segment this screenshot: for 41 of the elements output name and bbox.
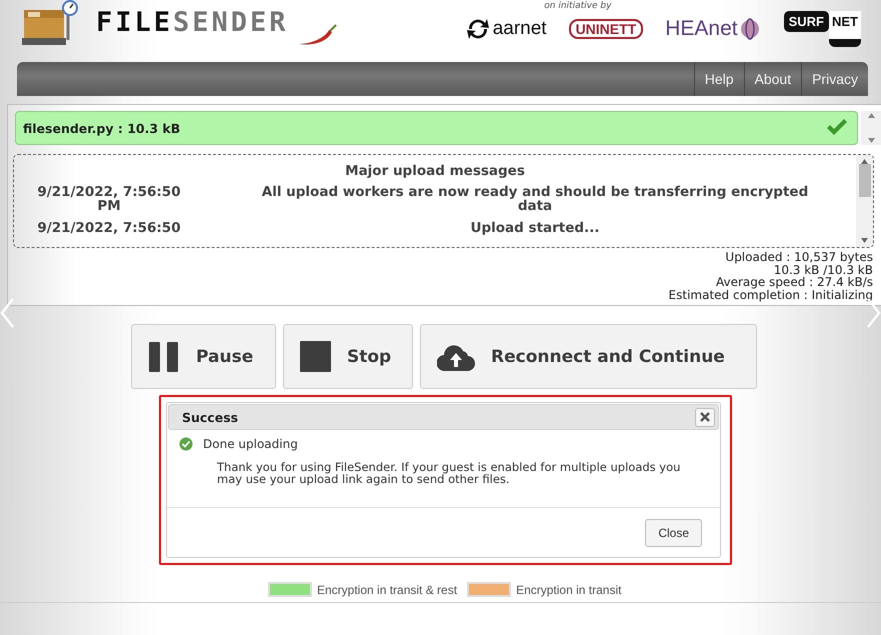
- legend-label: Encryption in transit & rest: [317, 582, 458, 596]
- pause-icon: [148, 340, 180, 372]
- dialog-message: Done uploading: [203, 437, 298, 451]
- message-text: All upload workers are now ready and should be transferring encrypted data: [260, 185, 810, 213]
- scroll-thumb[interactable]: [858, 164, 870, 197]
- success-check-icon: [179, 437, 193, 451]
- tagline: on initiative by: [544, 1, 612, 11]
- upload-stat: Uploaded : 10,537 bytes: [725, 251, 873, 264]
- file-name: filesender.py : 10.3 kB: [23, 120, 180, 136]
- upload-stat: Estimated completion : Initializing: [668, 288, 873, 301]
- scroll-down-icon[interactable]: [861, 238, 868, 243]
- action-button[interactable]: Reconnect and Continue: [420, 324, 757, 389]
- close-icon: [700, 412, 710, 422]
- partner-logo: SURF NET: [784, 11, 861, 47]
- scrollbar[interactable]: [856, 155, 873, 247]
- scrollbar[interactable]: [861, 111, 881, 145]
- logo-wordmark: FILE SENDER: [96, 7, 289, 38]
- nav-link[interactable]: Help: [694, 62, 744, 96]
- dialog-body-text: Thank you for using FileSender. If your guest is enabled for multiple uploads you may use your upload link again to send other files.: [217, 461, 682, 485]
- close-button[interactable]: [695, 408, 715, 426]
- partner-logo: HEAnet: [665, 17, 762, 41]
- message-text: Upload started...: [470, 221, 600, 235]
- partner-logo: aarnet: [464, 16, 547, 42]
- nav-link[interactable]: Privacy: [801, 62, 868, 96]
- upload-stat: 10.3 kB /10.3 kB: [774, 264, 873, 276]
- legend-label: Encryption in transit: [516, 582, 622, 596]
- message-time: 9/21/2022, 7:56:50 PM: [36, 185, 182, 213]
- scroll-down-icon[interactable]: [868, 138, 874, 143]
- cloud-upload-icon: [437, 342, 475, 370]
- chevron-left-icon[interactable]: [0, 298, 14, 328]
- partner-logo: UNINETT: [568, 19, 644, 39]
- scroll-up-icon[interactable]: [868, 113, 874, 118]
- action-button[interactable]: Pause: [131, 324, 276, 389]
- close-button[interactable]: Close: [645, 518, 702, 546]
- nav-link[interactable]: About: [744, 62, 802, 96]
- stop-icon: [300, 341, 331, 372]
- messages-title: Major upload messages: [344, 163, 526, 179]
- message-time: 9/21/2022, 7:56:50: [36, 221, 182, 235]
- dialog-title: Success: [182, 410, 238, 424]
- upload-stat: Average speed : 27.4 kB/s: [716, 276, 873, 288]
- action-button[interactable]: Stop: [283, 324, 413, 389]
